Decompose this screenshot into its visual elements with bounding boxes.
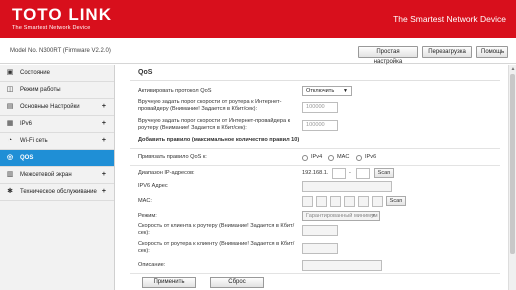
maintenance-icon: ✱ [7,188,13,195]
ip-prefix: 192.168.1. [302,170,329,176]
expand-icon[interactable]: + [102,133,106,149]
radio-ipv4-label: IPv4 [311,154,323,160]
sidebar-item-firewall[interactable]: ▥ Межсетевой экран + [0,167,114,184]
brand-logo: TOTO LINK The Smartest Network Device [12,5,112,32]
description-label: Описание: [138,262,166,268]
divider [130,273,500,274]
help-button[interactable]: Помощь [476,46,508,58]
mode-icon: ◫ [6,86,14,93]
radio-ipv6-label: IPv6 [365,154,377,160]
dropdown-arrow-icon: ▼ [371,213,376,219]
add-rule-heading: Добавить правило (максимальное количеств… [138,137,300,143]
expand-icon[interactable]: + [102,167,106,183]
sidebar-item-label: QOS [20,155,34,161]
radio-mac-label: MAC [337,154,350,160]
scrollbar-thumb[interactable] [510,74,515,254]
download-threshold-input[interactable]: 100000 [302,120,338,131]
sidebar: ▣ Состояние ◫ Режим работы ▤ Основные На… [0,65,115,290]
description-input[interactable] [302,260,382,271]
router-to-client-label: Скорость от роутера к клиенту (Внимание!… [138,241,295,254]
model-number: Model No. N300RT (Firmware V2.2.0) [10,48,111,54]
bind-rule-label: Привязать правило QoS к: [138,154,207,160]
sidebar-item-ipv6[interactable]: ▦ IPv6 + [0,116,114,133]
mac-octet-input[interactable] [316,196,327,207]
page-title: QoS [138,69,153,76]
scan-mac-button[interactable]: Scan [386,196,406,206]
sidebar-item-operation-mode[interactable]: ◫ Режим работы [0,82,114,99]
ip-range-dash: - [349,170,351,176]
divider [130,80,500,81]
enable-qos-label: Активировать протокол QoS [138,88,212,94]
sidebar-item-label: Межсетевой экран [20,172,72,178]
client-to-router-input[interactable] [302,225,338,236]
sidebar-item-label: Состояние [20,70,50,76]
firewall-icon: ▥ [6,171,14,178]
logo-text: TOTO LINK [12,5,112,24]
scroll-up-arrow-icon[interactable]: ▲ [509,65,516,73]
apply-button[interactable]: Применить [142,277,196,288]
mac-octet-input[interactable] [358,196,369,207]
radio-mac[interactable] [328,155,334,161]
mode-label: Режим: [138,213,157,219]
dropdown-arrow-icon: ▼ [343,88,348,94]
expand-icon[interactable]: + [102,99,106,115]
qos-icon: ◎ [6,154,14,161]
sidebar-item-wifi[interactable]: ◔ Wi-Fi сеть + [0,133,114,150]
expand-icon[interactable]: + [102,116,106,132]
enable-qos-select[interactable]: Отключить ▼ [302,86,352,96]
divider [130,165,500,166]
sidebar-item-status[interactable]: ▣ Состояние [0,65,114,82]
ipv6-address-input[interactable] [302,181,392,192]
mac-octet-input[interactable] [330,196,341,207]
settings-icon: ▤ [6,103,14,110]
toolbar: Model No. N300RT (Firmware V2.2.0) Прост… [0,38,516,65]
ip-range-label: Диапазон IP-адресов: [138,170,195,176]
ipv6-icon: ▦ [6,120,14,127]
radio-ipv4[interactable] [302,155,308,161]
sidebar-item-maintenance[interactable]: ✱ Техническое обслуживание + [0,184,114,201]
vertical-scrollbar[interactable]: ▲ [508,65,516,290]
radio-ipv6[interactable] [356,155,362,161]
enable-qos-value: Отключить [306,88,335,94]
client-to-router-label: Скорость от клиента к роутеру (Внимание!… [138,223,295,236]
router-to-client-input[interactable] [302,243,338,254]
ip-start-input[interactable] [332,168,346,179]
sidebar-item-qos[interactable]: ◎ QOS [0,150,114,167]
ipv6-address-label: IPV6 Адрес [138,183,168,189]
sidebar-item-label: Основные Настройки [20,104,80,110]
mac-octet-input[interactable] [302,196,313,207]
header-banner: TOTO LINK The Smartest Network Device Th… [0,0,516,38]
monitor-icon: ▣ [6,69,14,76]
easy-setup-button[interactable]: Простая настройка [358,46,418,65]
qos-panel: QoS Активировать протокол QoS Отключить … [116,65,508,290]
upload-threshold-label: Вручную задать порог скорости от роутера… [138,99,282,112]
sidebar-item-label: Техническое обслуживание [20,189,97,195]
upload-threshold-input[interactable]: 100000 [302,102,338,113]
download-threshold-label: Вручную задать порог скорости от Интерне… [138,118,291,131]
sidebar-item-label: Wi-Fi сеть [20,138,48,144]
logo-tagline: The Smartest Network Device [12,25,91,31]
mode-select[interactable]: Гарантированный минимум ▼ [302,211,380,221]
wifi-icon: ◔ [7,137,13,144]
reboot-button[interactable]: Перезагрузка [422,46,472,58]
sidebar-item-label: IPv6 [20,121,33,127]
scan-ip-button[interactable]: Scan [374,168,394,178]
divider [130,148,500,149]
sidebar-item-basic-settings[interactable]: ▤ Основные Настройки + [0,99,114,116]
header-slogan: The Smartest Network Device [393,14,506,24]
expand-icon[interactable]: + [102,184,106,200]
mac-octet-input[interactable] [344,196,355,207]
mac-label: MAC: [138,198,152,204]
mac-octet-input[interactable] [372,196,383,207]
ip-end-input[interactable] [356,168,370,179]
sidebar-item-label: Режим работы [20,87,61,93]
reset-button[interactable]: Сброс [210,277,264,288]
mode-value: Гарантированный минимум [306,213,378,219]
